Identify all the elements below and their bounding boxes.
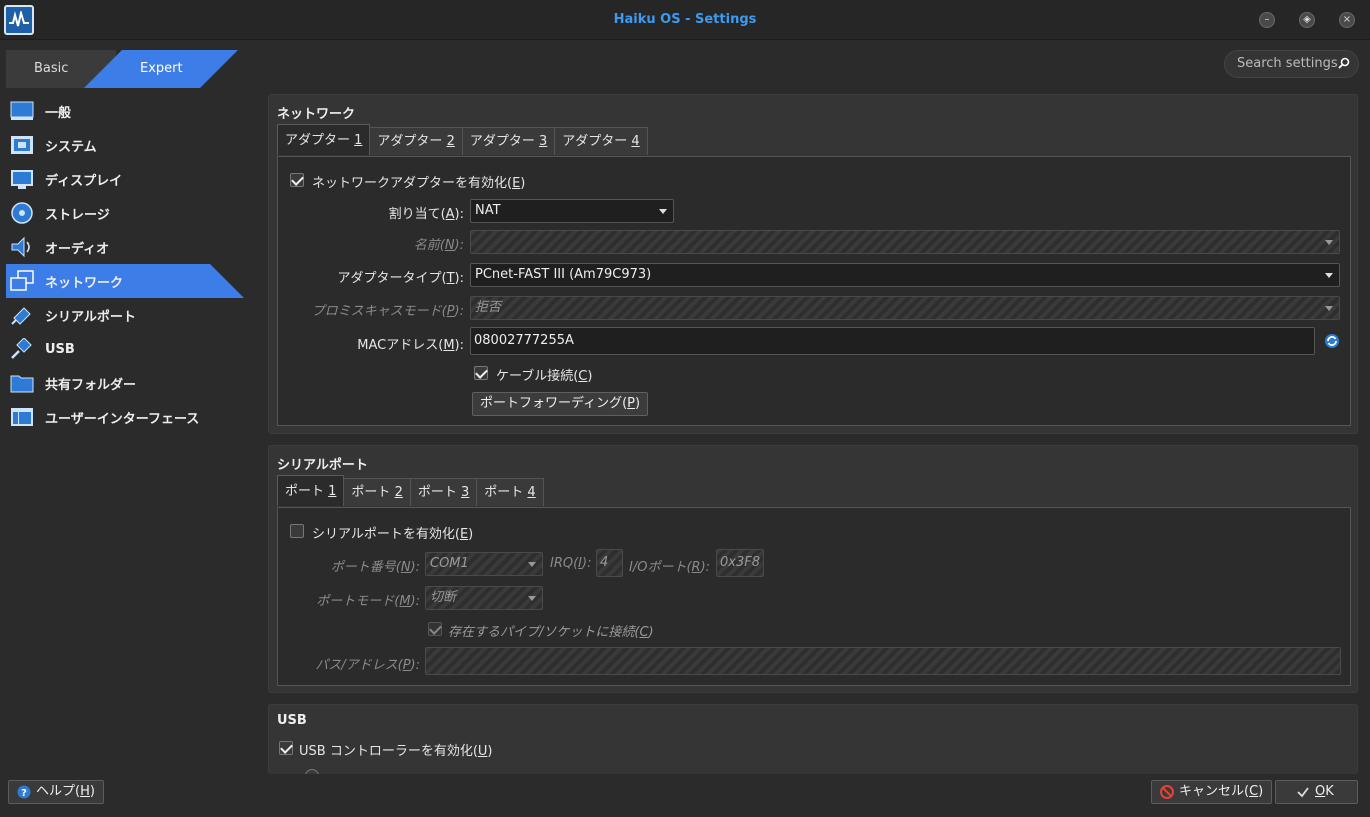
promiscuous-mode-combo[interactable]: 拒否: [470, 296, 1340, 320]
sidebar-item-label: シリアルポート: [45, 309, 136, 325]
restore-button[interactable]: ◈: [1299, 12, 1315, 28]
enable-usb-controller-checkbox[interactable]: [279, 741, 293, 755]
search-settings-field[interactable]: Search settings: [1224, 50, 1359, 78]
path-address-label: パス/アドレス(P):: [315, 658, 420, 673]
tab-adapter-2[interactable]: アダプター 2: [369, 127, 463, 155]
enable-serial-port-label: シリアルポートを有効化(E): [312, 527, 474, 542]
attached-to-combo[interactable]: NAT: [470, 199, 674, 223]
window-title: Haiku OS - Settings: [613, 12, 757, 27]
network-section: ネットワーク アダプター 1 アダプター 2 アダプター 3 アダプター 4 ネ…: [268, 94, 1358, 434]
adapter-type-label: アダプタータイプ(T):: [337, 271, 464, 286]
serial-port-icon: [11, 307, 31, 325]
port-number-combo[interactable]: COM1: [425, 552, 543, 576]
attached-to-label: 割り当て(A):: [388, 207, 464, 222]
sidebar-item-audio[interactable]: オーディオ: [0, 230, 250, 264]
general-icon: [10, 101, 34, 120]
ok-button[interactable]: OK: [1275, 780, 1358, 804]
irq-input[interactable]: 4: [596, 549, 623, 577]
tab-adapter-4[interactable]: アダプター 4: [554, 127, 648, 155]
shared-folder-icon: [10, 375, 34, 393]
tab-port-3[interactable]: ポート 3: [409, 478, 478, 506]
sidebar-item-storage[interactable]: ストレージ: [0, 196, 250, 230]
enable-network-adapter-checkbox[interactable]: [290, 173, 304, 187]
usb-icon: [11, 338, 32, 359]
mac-address-input[interactable]: 08002777255A: [470, 327, 1315, 355]
settings-sidebar: 一般 システム ディスプレイ ストレージ オーディオ ネットワーク シリアルポー…: [0, 94, 250, 434]
close-button[interactable]: ×: [1339, 12, 1355, 28]
sidebar-item-label: 一般: [45, 105, 72, 121]
network-icon: [10, 270, 34, 292]
checkmark-icon: [1297, 787, 1309, 798]
sidebar-item-general[interactable]: 一般: [0, 94, 250, 128]
io-port-label: I/Oポート(R):: [629, 560, 711, 575]
enable-network-adapter-label: ネットワークアダプターを有効化(E): [312, 176, 526, 191]
sidebar-item-label: 共有フォルダー: [45, 377, 137, 393]
adapter-tabs: アダプター 1 アダプター 2 アダプター 3 アダプター 4: [277, 124, 648, 155]
sidebar-item-label: ストレージ: [45, 207, 110, 223]
usb-section-title: USB: [277, 713, 307, 728]
adapter-type-combo[interactable]: PCnet-FAST III (Am79C973): [470, 263, 1340, 287]
network-section-title: ネットワーク: [277, 107, 356, 122]
serial-port-section: シリアルポート ポート 1 ポート 2 ポート 3 ポート 4 シリアルポートを…: [268, 445, 1358, 693]
cancel-button[interactable]: キャンセル(C): [1151, 780, 1273, 804]
cancel-icon: [1160, 785, 1174, 799]
sidebar-item-label: ユーザーインターフェース: [45, 411, 200, 427]
tab-port-2[interactable]: ポート 2: [343, 478, 411, 506]
sidebar-item-system[interactable]: システム: [0, 128, 250, 162]
sidebar-item-label: USB: [45, 341, 75, 357]
io-port-input[interactable]: 0x3F8: [716, 549, 764, 577]
usb-section: USB USB コントローラーを有効化(U): [268, 704, 1358, 774]
sidebar-item-label: ネットワーク: [45, 275, 124, 291]
irq-label: IRQ(I):: [550, 556, 592, 571]
svg-text:?: ?: [21, 788, 27, 799]
sidebar-item-user-interface[interactable]: ユーザーインターフェース: [0, 400, 250, 434]
sidebar-item-serial-port[interactable]: シリアルポート: [0, 298, 250, 332]
promiscuous-mode-label: プロミスキャスモード(P):: [311, 304, 464, 319]
sidebar-item-display[interactable]: ディスプレイ: [0, 162, 250, 196]
connect-existing-checkbox[interactable]: [428, 622, 442, 636]
system-icon: [11, 136, 33, 154]
port-tabs: ポート 1 ポート 2 ポート 3 ポート 4: [277, 475, 544, 506]
user-interface-icon: [11, 408, 33, 426]
enable-serial-port-checkbox[interactable]: [290, 524, 304, 538]
search-icon: [1338, 57, 1350, 69]
adapter-tab-content: ネットワークアダプターを有効化(E) 割り当て(A): NAT 名前(N): ア…: [277, 156, 1351, 426]
refresh-mac-icon[interactable]: [1324, 333, 1340, 349]
name-label: 名前(N):: [413, 238, 464, 253]
serial-port-section-title: シリアルポート: [277, 458, 368, 473]
search-placeholder: Search settings: [1237, 56, 1338, 71]
port-tab-content: シリアルポートを有効化(E) ポート番号(N): COM1 IRQ(I): 4 …: [277, 507, 1351, 686]
port-number-label: ポート番号(N):: [330, 560, 420, 575]
storage-icon: [11, 202, 33, 224]
audio-icon: [11, 236, 30, 258]
tab-port-4[interactable]: ポート 4: [476, 478, 544, 506]
help-button[interactable]: ? ヘルプ(H): [8, 780, 104, 804]
tab-port-1[interactable]: ポート 1: [277, 475, 345, 506]
sidebar-item-shared-folders[interactable]: 共有フォルダー: [0, 366, 250, 400]
tab-adapter-1[interactable]: アダプター 1: [277, 124, 371, 155]
usb-controller-radio[interactable]: [305, 769, 319, 774]
sidebar-item-label: オーディオ: [45, 241, 110, 257]
minimize-button[interactable]: –: [1259, 12, 1275, 28]
sidebar-item-network[interactable]: ネットワーク: [6, 264, 244, 298]
tab-adapter-3[interactable]: アダプター 3: [461, 127, 556, 155]
port-mode-label: ポートモード(M):: [316, 594, 420, 609]
name-combo[interactable]: [470, 230, 1340, 254]
path-address-input[interactable]: [425, 647, 1341, 675]
mac-address-label: MACアドレス(M):: [357, 338, 464, 353]
cable-connected-label: ケーブル接続(C): [496, 369, 593, 384]
sidebar-item-label: システム: [45, 139, 97, 155]
sidebar-item-usb[interactable]: USB: [0, 332, 250, 366]
port-forwarding-button[interactable]: ポートフォワーディング(P): [472, 392, 649, 416]
connect-existing-label: 存在するパイプ/ソケットに接続(C): [448, 625, 654, 640]
enable-usb-controller-label: USB コントローラーを有効化(U): [299, 744, 493, 759]
title-bar: Haiku OS - Settings – ◈ ×: [0, 0, 1370, 40]
help-icon: ?: [17, 785, 31, 799]
cable-connected-checkbox[interactable]: [474, 366, 488, 380]
port-mode-combo[interactable]: 切断: [425, 586, 543, 610]
sidebar-item-label: ディスプレイ: [45, 173, 123, 189]
display-icon: [11, 170, 33, 189]
